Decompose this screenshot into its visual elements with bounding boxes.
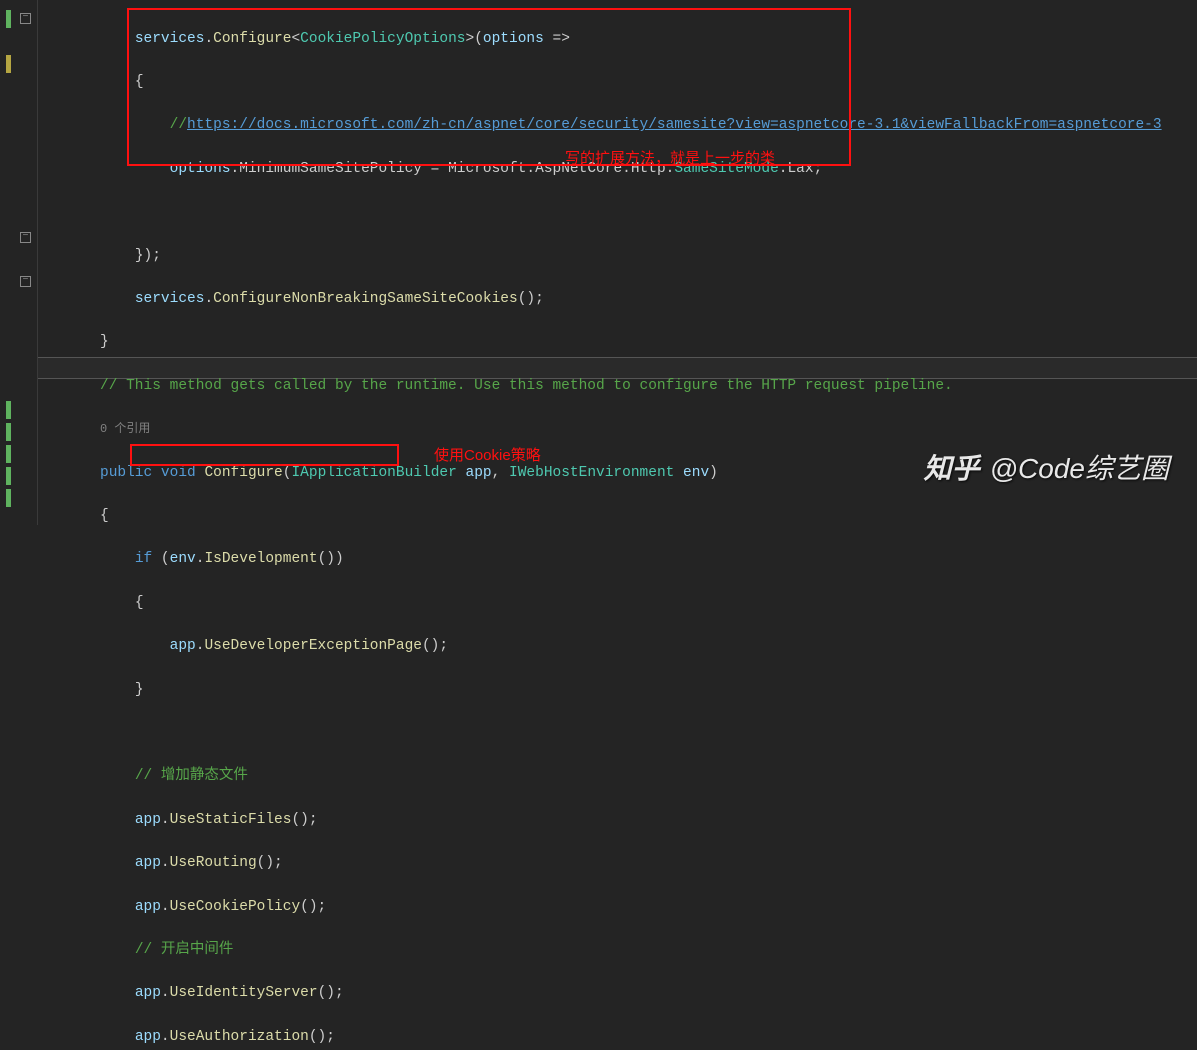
code-line[interactable]: { [38, 72, 1197, 94]
code-line[interactable]: // 增加静态文件 [38, 766, 1197, 788]
code-line[interactable]: // 开启中间件 [38, 940, 1197, 962]
code-line[interactable]: services.Configure<CookiePolicyOptions>(… [38, 29, 1197, 51]
code-line[interactable]: services.ConfigureNonBreakingSameSiteCoo… [38, 289, 1197, 311]
code-line[interactable]: app.UseIdentityServer(); [38, 983, 1197, 1005]
change-marker [6, 10, 11, 28]
change-marker [6, 401, 11, 419]
code-line[interactable]: if (env.IsDevelopment()) [38, 549, 1197, 571]
watermark: 知乎 @Code综艺圈 [924, 447, 1169, 487]
code-line[interactable]: // This method gets called by the runtim… [38, 376, 1197, 398]
code-line[interactable] [38, 723, 1197, 745]
code-line[interactable]: //https://docs.microsoft.com/zh-cn/aspne… [38, 115, 1197, 137]
codelens[interactable]: 0 个引用 [38, 419, 1197, 441]
annotation-text: 写的扩展方法，就是上一步的类 [565, 147, 775, 168]
code-line[interactable]: }); [38, 246, 1197, 268]
annotation-text: 使用Cookie策略 [434, 444, 541, 465]
watermark-text: @Code综艺圈 [990, 453, 1169, 484]
zhihu-logo: 知乎 [924, 453, 980, 484]
code-line[interactable]: { [38, 506, 1197, 528]
code-line[interactable]: } [38, 332, 1197, 354]
change-marker [6, 423, 11, 441]
change-marker [6, 489, 11, 507]
code-line[interactable] [38, 202, 1197, 224]
editor-gutter: − − − [0, 0, 38, 525]
change-marker [6, 445, 11, 463]
change-marker [6, 467, 11, 485]
code-line[interactable]: app.UseRouting(); [38, 853, 1197, 875]
fold-toggle[interactable]: − [20, 276, 31, 287]
code-line[interactable]: { [38, 593, 1197, 615]
fold-toggle[interactable]: − [20, 13, 31, 24]
code-line[interactable]: app.UseAuthorization(); [38, 1027, 1197, 1049]
change-marker [6, 55, 11, 73]
code-line[interactable]: app.UseStaticFiles(); [38, 810, 1197, 832]
code-line[interactable]: } [38, 680, 1197, 702]
code-line[interactable]: app.UseCookiePolicy(); [38, 897, 1197, 919]
code-line[interactable]: app.UseDeveloperExceptionPage(); [38, 636, 1197, 658]
fold-toggle[interactable]: − [20, 232, 31, 243]
